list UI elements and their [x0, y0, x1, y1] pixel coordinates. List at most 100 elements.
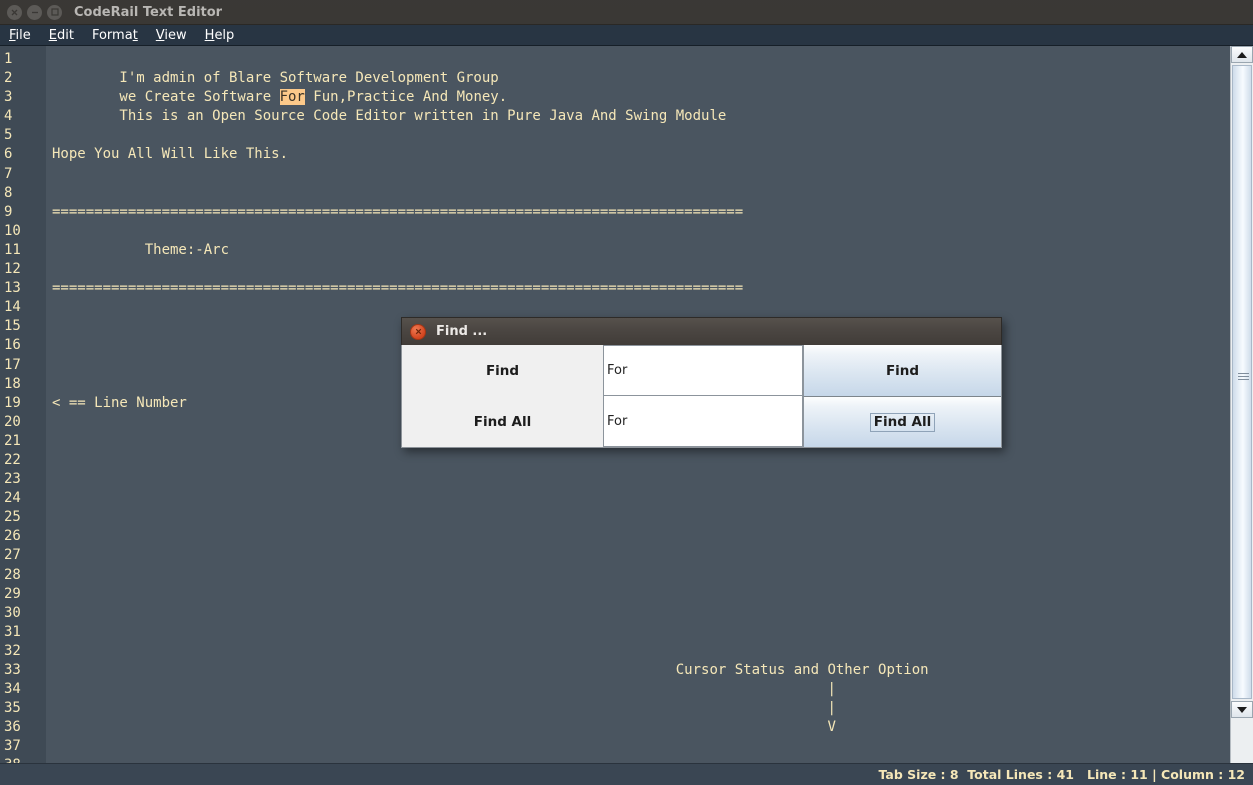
find-dialog-body: Find For Find Find All For Find All — [401, 345, 1002, 448]
line-number: 30 — [4, 604, 21, 621]
line-number: 19 — [4, 394, 21, 411]
find-input-find[interactable]: For — [603, 345, 803, 396]
search-match-highlight: For — [279, 89, 305, 106]
find-dialog-row: Find For Find — [402, 345, 1001, 396]
line-number: 6 — [4, 146, 13, 163]
vertical-scrollbar[interactable] — [1230, 46, 1253, 763]
line-number: 14 — [4, 299, 21, 316]
line-number: 28 — [4, 566, 21, 583]
line-number: 1 — [4, 51, 13, 67]
line-number: 29 — [4, 585, 21, 602]
code-line: ========================================… — [52, 203, 744, 220]
find-dialog-title: Find ... — [436, 324, 488, 339]
menu-item-file[interactable]: File — [0, 28, 40, 43]
line-number: 33 — [4, 662, 21, 678]
status-bar: Tab Size : 8 Total Lines : 41 Line : 11 … — [0, 763, 1253, 785]
line-number: 5 — [4, 127, 13, 144]
find-button-find-all[interactable]: Find All — [803, 396, 1001, 447]
code-line: we Create Software For Fun,Practice And … — [52, 88, 1230, 107]
code-line: I'm admin of Blare Software Development … — [52, 70, 499, 87]
line-number: 35 — [4, 700, 21, 717]
find-dialog: Find ... Find For Find Find All For Find All — [401, 317, 1002, 448]
find-input-find-all[interactable]: For — [603, 396, 803, 447]
editor-window: CodeRail Text Editor File Edit Format View H… — [0, 0, 1253, 785]
line-number: 2 — [4, 70, 13, 87]
line-number: 9 — [4, 203, 13, 220]
find-button-find[interactable]: Find — [803, 345, 1001, 396]
line-number: 15 — [4, 318, 21, 335]
line-number: 10 — [4, 222, 21, 239]
line-number: 32 — [4, 642, 21, 659]
line-number: 8 — [4, 184, 13, 201]
menu-item-edit[interactable]: Edit — [40, 28, 83, 43]
code-text: we Create Software — [52, 89, 280, 106]
line-number: 22 — [4, 451, 21, 468]
code-line: Hope You All Will Like This. — [52, 146, 289, 163]
line-number: 16 — [4, 337, 21, 354]
status-text: Tab Size : 8 Total Lines : 41 Line : 11 … — [878, 767, 1245, 782]
line-number: 7 — [4, 165, 13, 182]
window-controls — [0, 4, 62, 20]
code-line: Cursor Status and Other Option — [52, 662, 929, 678]
line-number: 25 — [4, 509, 21, 526]
menu-item-view[interactable]: View — [147, 28, 196, 43]
dialog-close-icon[interactable] — [410, 323, 426, 340]
code-line: V — [52, 719, 836, 736]
code-text: Fun,Practice And Money. — [304, 89, 508, 106]
window-titlebar: CodeRail Text Editor — [0, 0, 1253, 25]
line-number: 23 — [4, 471, 21, 488]
minimize-button[interactable] — [27, 4, 42, 20]
line-number: 37 — [4, 738, 21, 755]
scroll-down-arrow-icon[interactable] — [1231, 701, 1253, 718]
line-number: 4 — [4, 108, 13, 125]
close-button[interactable] — [7, 4, 22, 20]
code-line: | — [52, 681, 836, 698]
line-number: 27 — [4, 547, 21, 564]
find-dialog-row: Find All For Find All — [402, 396, 1001, 447]
scrollbar-grip-icon — [1238, 373, 1249, 382]
maximize-button[interactable] — [47, 4, 62, 20]
find-dialog-titlebar: Find ... — [401, 317, 1002, 345]
line-number: 31 — [4, 623, 21, 640]
line-number: 26 — [4, 528, 21, 545]
find-row-label-find-all: Find All — [402, 396, 603, 447]
scroll-up-arrow-icon[interactable] — [1231, 46, 1253, 63]
code-line: ========================================… — [52, 280, 744, 297]
code-line: | — [52, 700, 836, 717]
line-number: 3 — [4, 89, 13, 106]
line-number: 11 — [4, 241, 21, 258]
line-number: 17 — [4, 356, 21, 373]
menu-item-format[interactable]: Format — [83, 28, 147, 43]
line-number: 36 — [4, 719, 21, 736]
line-number-gutter: 1 2 3 4 5 6 7 8 9 10 11 12 13 14 15 16 17 18 19 20 21 22 23 24 2… — [0, 46, 46, 773]
menu-item-help[interactable]: Help — [196, 28, 244, 43]
find-row-label-find: Find — [402, 345, 603, 396]
button-label: Find All — [869, 412, 936, 432]
code-line: Theme:-Arc — [52, 241, 230, 258]
window-title: CodeRail Text Editor — [74, 4, 223, 20]
line-number: 20 — [4, 413, 21, 430]
line-number: 21 — [4, 432, 21, 449]
line-number: 13 — [4, 280, 21, 297]
scrollbar-thumb[interactable] — [1232, 65, 1252, 699]
menu-bar: File Edit Format View Help — [0, 25, 1253, 46]
